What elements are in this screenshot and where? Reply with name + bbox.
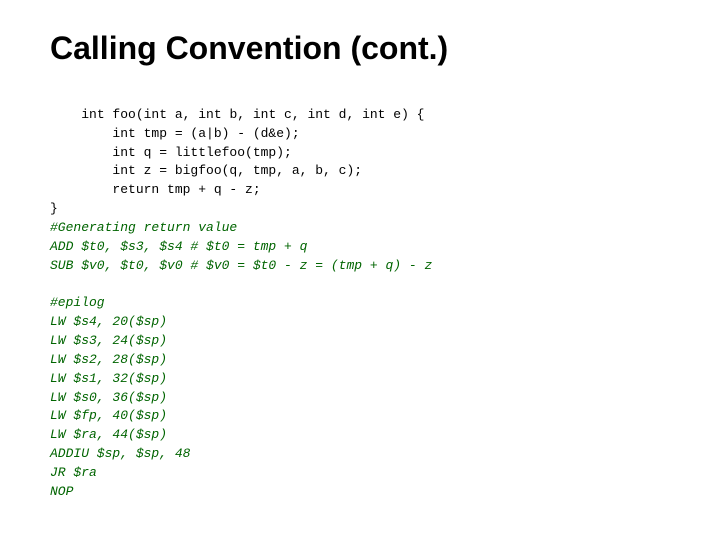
c-code-line4: int z = bigfoo(q, tmp, a, b, c); [50,163,362,178]
asm-line2: SUB $v0, $t0, $v0 # $v0 = $t0 - z = (tmp… [50,258,432,273]
c-code-line5: return tmp + q - z; [50,182,261,197]
comment2: #epilog [50,295,105,310]
epilog-line10: NOP [50,484,73,499]
c-code-line6: } [50,201,58,216]
asm-line1: ADD $t0, $s3, $s4 # $t0 = tmp + q [50,239,307,254]
epilog-line4: LW $s1, 32($sp) [50,371,167,386]
c-code-line1: int foo(int a, int b, int c, int d, int … [81,107,424,122]
epilog-line6: LW $fp, 40($sp) [50,408,167,423]
slide: Calling Convention (cont.) int foo(int a… [0,0,720,540]
epilog-line7: LW $ra, 44($sp) [50,427,167,442]
epilog-line5: LW $s0, 36($sp) [50,390,167,405]
epilog-line9: JR $ra [50,465,97,480]
comment1: #Generating return value [50,220,237,235]
epilog-line2: LW $s3, 24($sp) [50,333,167,348]
c-code-line3: int q = littlefoo(tmp); [50,145,292,160]
epilog-line1: LW $s4, 20($sp) [50,314,167,329]
epilog-line8: ADDIU $sp, $sp, 48 [50,446,190,461]
slide-title: Calling Convention (cont.) [50,30,670,67]
epilog-line3: LW $s2, 28($sp) [50,352,167,367]
c-code-line2: int tmp = (a|b) - (d&e); [50,126,300,141]
code-block: int foo(int a, int b, int c, int d, int … [50,87,670,520]
